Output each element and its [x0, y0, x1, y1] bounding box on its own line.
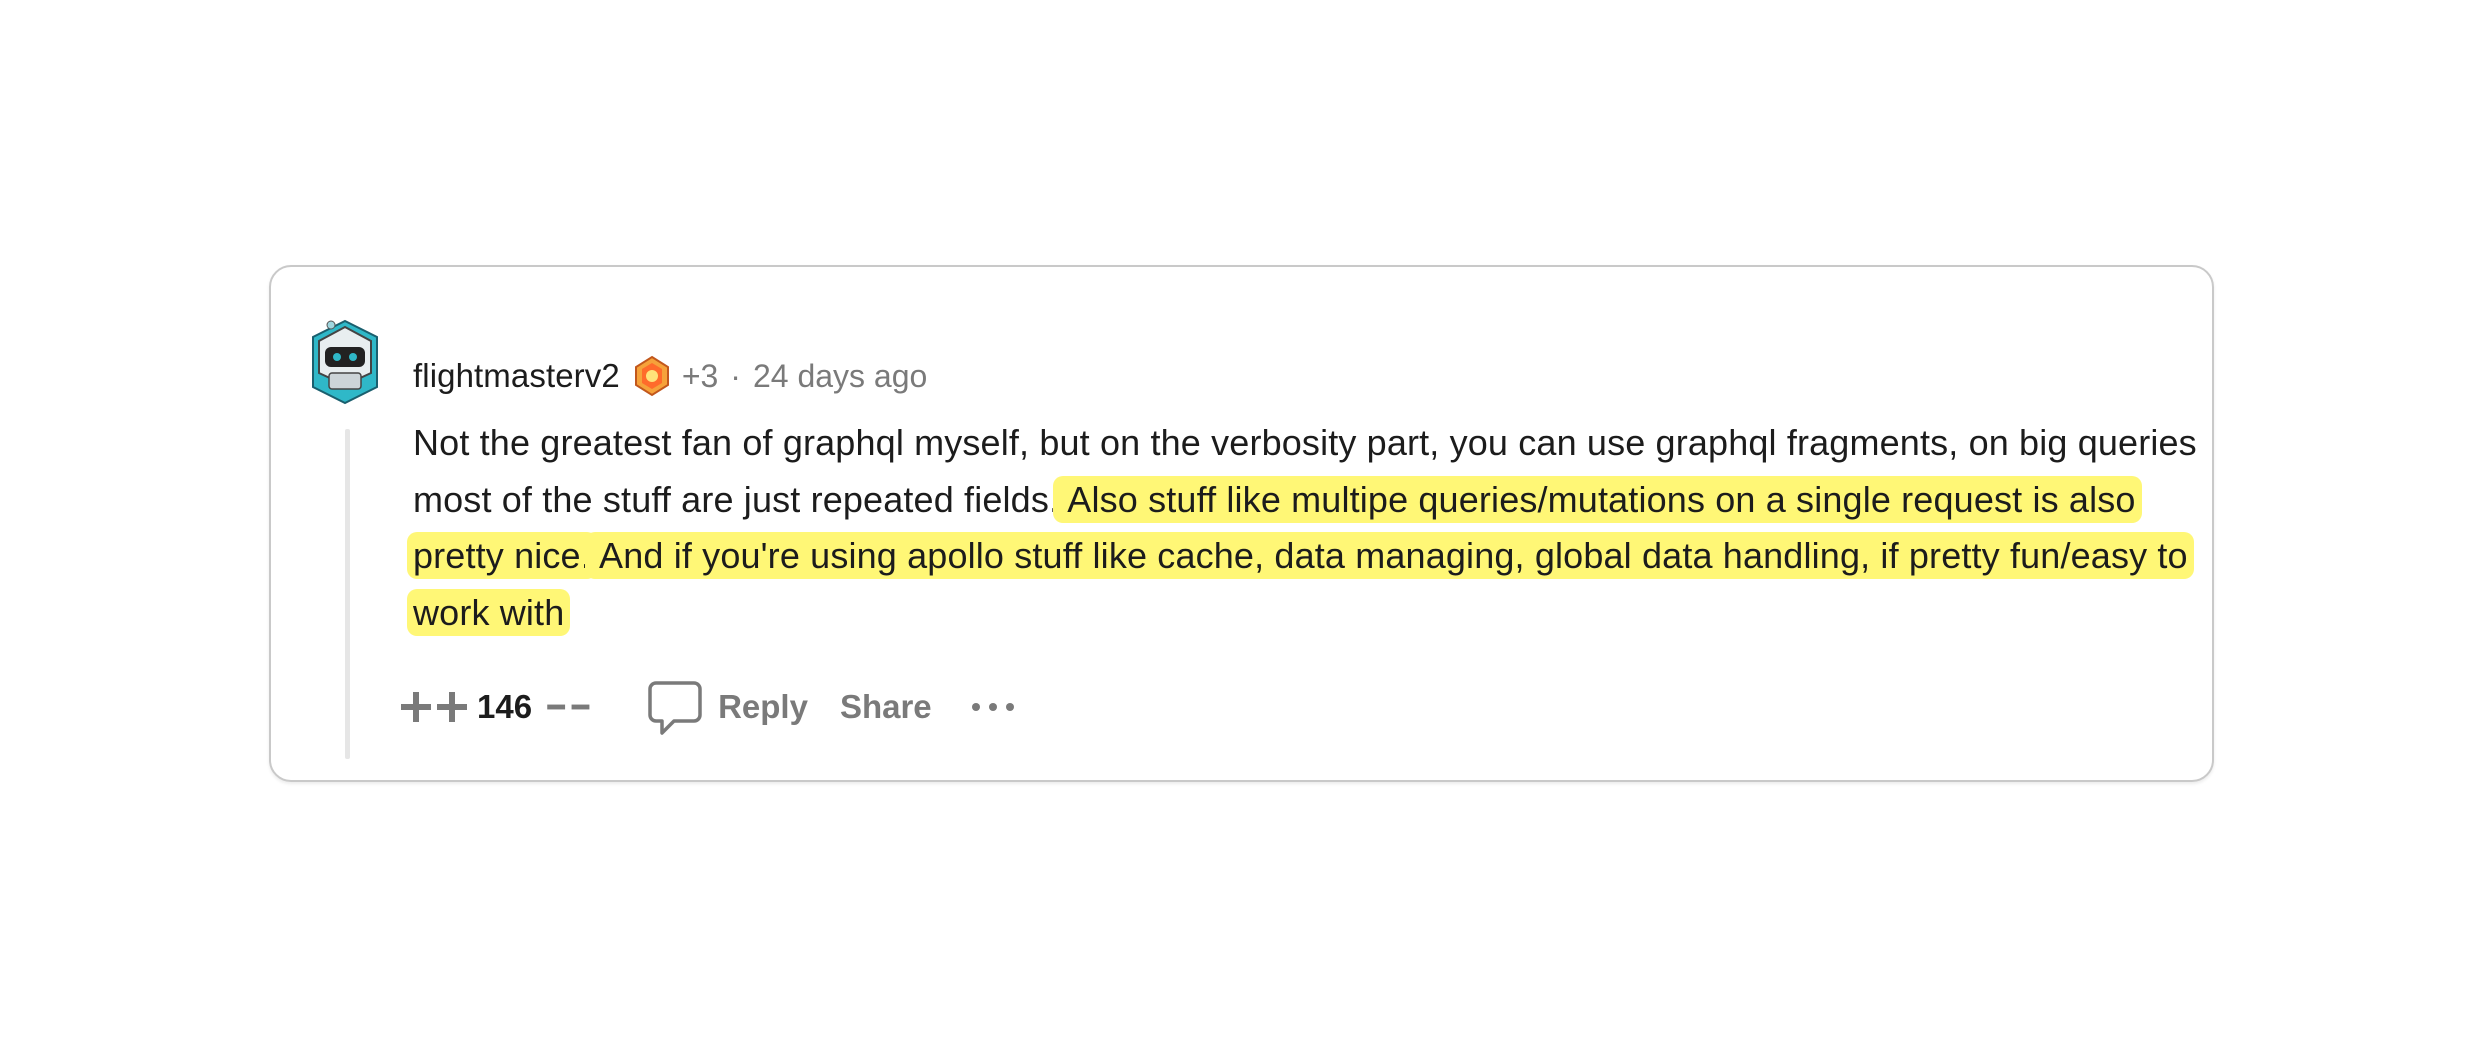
comment-meta: flightmasterv2 +3 · 24 days ago — [413, 353, 927, 399]
comment-card: flightmasterv2 +3 · 24 days ago Not the … — [269, 265, 2214, 782]
username-link[interactable]: flightmasterv2 — [413, 357, 620, 395]
comment-body: Not the greatest fan of graphql myself, … — [407, 415, 2203, 641]
flair-badge-icon — [634, 355, 669, 397]
meta-separator: · — [730, 357, 741, 394]
more-dots-icon[interactable] — [970, 697, 1016, 717]
share-label: Share — [839, 688, 932, 725]
reply-label: Reply — [718, 688, 808, 725]
highlighted-text: And if you're using apollo stuff like ca… — [407, 532, 2194, 636]
comment-actions: 146 Reply Share — [399, 677, 1016, 737]
avatar[interactable] — [309, 317, 381, 407]
thread-line[interactable] — [345, 429, 350, 759]
extra-karma: +3 — [681, 357, 719, 394]
vote-score: 146 — [477, 688, 533, 725]
comment-bubble-icon — [648, 681, 702, 735]
double-minus-icon[interactable] — [544, 687, 604, 727]
double-plus-icon[interactable] — [399, 687, 473, 727]
comment-timestamp[interactable]: 24 days ago — [753, 358, 927, 395]
share-button[interactable]: Share — [840, 688, 932, 726]
reply-button[interactable]: Reply — [648, 679, 808, 735]
